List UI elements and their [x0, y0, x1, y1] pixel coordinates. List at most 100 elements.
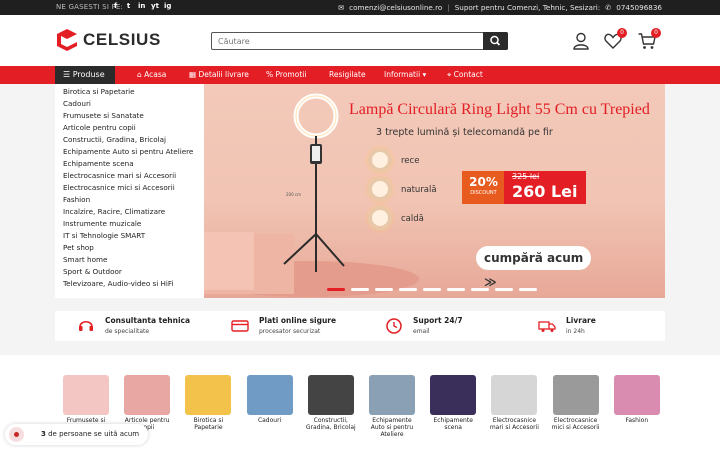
light-level-label: naturală	[401, 185, 437, 195]
email-link[interactable]: comenzi@celsiusonline.ro	[349, 3, 442, 12]
nav-item-contact[interactable]: ⌖ Contact	[447, 70, 483, 80]
nav-item-promotii[interactable]: % Promotii	[266, 70, 306, 79]
nav-item-acasa[interactable]: ⌂ Acasa	[137, 70, 166, 79]
category-menu-item[interactable]: Echipamente Auto si pentru Ateliere	[55, 146, 204, 158]
envelope-icon: ✉	[338, 3, 345, 12]
category-tile[interactable]: Echipamente scena	[427, 375, 479, 431]
slider-dot[interactable]	[519, 288, 537, 291]
category-menu-item[interactable]: Cadouri	[55, 98, 204, 110]
instagram-icon[interactable]: ig	[164, 2, 171, 10]
category-tile[interactable]: Echipamente Auto si pentru Ateliere	[366, 375, 418, 438]
slider-dots	[327, 288, 537, 291]
category-menu-item[interactable]: Smart home	[55, 254, 204, 266]
category-menu-item[interactable]: Echipamente scena	[55, 158, 204, 170]
watchers-count: 3	[41, 430, 46, 438]
clock-icon	[386, 318, 402, 334]
feature-title: Suport 24/7	[413, 316, 463, 325]
phone-link[interactable]: 0745096836	[616, 3, 662, 12]
youtube-icon[interactable]: yt	[151, 2, 159, 10]
category-menu-item[interactable]: Birotica si Papetarie	[55, 86, 204, 98]
logo[interactable]: CELSIUS	[55, 27, 161, 53]
category-image	[369, 375, 415, 415]
category-tile[interactable]: Constructii, Gradina, Bricolaj	[305, 375, 357, 431]
category-menu-item[interactable]: Articole pentru copii	[55, 122, 204, 134]
slider-dot[interactable]	[399, 288, 417, 291]
search-input[interactable]	[218, 35, 478, 48]
category-image	[491, 375, 538, 415]
category-menu-item[interactable]: IT si Tehnologie SMART	[55, 230, 204, 242]
user-icon	[573, 32, 589, 50]
price-tag: 325 lei 260 Lei	[504, 171, 586, 204]
old-price: 325 lei	[512, 172, 540, 181]
slider-dot[interactable]	[471, 288, 489, 291]
category-menu-item[interactable]: Sport & Outdoor	[55, 266, 204, 278]
slider-dot[interactable]	[495, 288, 513, 291]
category-menu-item[interactable]: Electrocasnice mari si Accesorii	[55, 170, 204, 182]
category-tile[interactable]: Frumusete si Sanatate	[60, 375, 112, 431]
category-label: Echipamente scena	[433, 417, 473, 431]
category-tile[interactable]: Cadouri	[244, 375, 296, 424]
nav-item-detalii-livrare[interactable]: ▦ Detalii livrare	[189, 70, 249, 79]
category-menu-item[interactable]: Fashion	[55, 194, 204, 206]
logo-icon	[57, 29, 77, 51]
cart-button[interactable]: 0	[637, 28, 661, 51]
banner-title: Lampă Circulară Ring Light 55 Cm cu Trep…	[349, 101, 650, 118]
slider-dot[interactable]	[375, 288, 393, 291]
slider-dot[interactable]	[327, 288, 345, 291]
category-image	[307, 375, 354, 415]
category-menu-item[interactable]: Constructii, Gradina, Bricolaj	[55, 134, 204, 146]
category-image	[613, 375, 660, 415]
feature-title: Plati online sigure	[259, 316, 337, 325]
calendar-icon: ▦	[189, 70, 197, 79]
category-tile[interactable]: Fashion	[611, 375, 663, 424]
light-level-natural-icon	[368, 177, 392, 201]
nav-item-label: Detalii livrare	[198, 70, 249, 79]
category-label: Constructii, Gradina, Bricolaj	[305, 417, 356, 431]
category-tile[interactable]: Electrocasnice mici si Accesorii	[550, 375, 602, 431]
feature-subtitle: procesator securizat	[259, 328, 321, 335]
header: CELSIUS 0 0	[0, 15, 720, 66]
category-tile[interactable]: Electrocasnice mari si Accesorii	[488, 375, 540, 431]
category-menu-item[interactable]: Televizoare, Audio-video si HiFi	[55, 278, 204, 290]
headset-icon	[79, 320, 93, 331]
logo-text: CELSIUS	[83, 30, 161, 49]
category-label: Electrocasnice mari si Accesorii	[489, 417, 539, 431]
search-button[interactable]	[483, 32, 508, 50]
category-tile[interactable]: Articole pentru copii	[121, 375, 173, 431]
products-menu-button[interactable]: ☰ Produse	[55, 66, 115, 84]
category-menu-item[interactable]: Pet shop	[55, 242, 204, 254]
hero-banner[interactable]: 200 cm Lampă Circulară Ring Light 55 Cm …	[204, 84, 665, 298]
features-bar: Consultanta tehnica de specialitate Plat…	[55, 311, 665, 341]
category-menu-item[interactable]: Instrumente muzicale	[55, 218, 204, 230]
hamburger-icon: ☰	[63, 70, 71, 79]
cart-count-badge: 0	[651, 28, 661, 38]
slider-dot[interactable]	[351, 288, 369, 291]
wishlist-button[interactable]: 0	[603, 28, 627, 51]
facebook-icon[interactable]: f	[112, 2, 119, 10]
category-menu-item[interactable]: Incalzire, Racire, Climatizare	[55, 206, 204, 218]
slider-dot[interactable]	[423, 288, 441, 291]
feature-subtitle: email	[413, 328, 430, 335]
category-tile[interactable]: Birotica si Papetarie	[182, 375, 234, 431]
account-button[interactable]	[571, 31, 591, 51]
buy-now-button[interactable]: cumpără acum ≫	[476, 246, 591, 289]
nav-item-informatii[interactable]: Informatii ▾	[384, 70, 426, 79]
banner-subtitle: 3 trepte lumină și telecomandă pe fir	[376, 127, 553, 138]
category-image	[63, 375, 109, 415]
chevron-down-icon: ▾	[422, 70, 427, 79]
twitter-icon[interactable]: t	[125, 2, 132, 10]
category-image	[246, 375, 293, 415]
search-icon	[490, 35, 501, 46]
nav-item-label: Informatii	[384, 70, 421, 79]
category-image	[185, 375, 232, 415]
watchers-label: de persoane se uită acum	[48, 430, 140, 438]
watchers-text: 3 de persoane se uită acum	[41, 430, 139, 438]
category-menu-item[interactable]: Frumusete si Sanatate	[55, 110, 204, 122]
divider: |	[447, 3, 450, 12]
category-menu-item[interactable]: Electrocasnice mici si Accesorii	[55, 182, 204, 194]
linkedin-icon[interactable]: in	[138, 2, 145, 10]
nav-item-resigilate[interactable]: Resigilate	[329, 70, 366, 79]
support-label: Suport pentru Comenzi, Tehnic, Sesizari:	[454, 3, 601, 12]
slider-dot[interactable]	[447, 288, 465, 291]
light-level-cool-icon	[368, 148, 392, 172]
